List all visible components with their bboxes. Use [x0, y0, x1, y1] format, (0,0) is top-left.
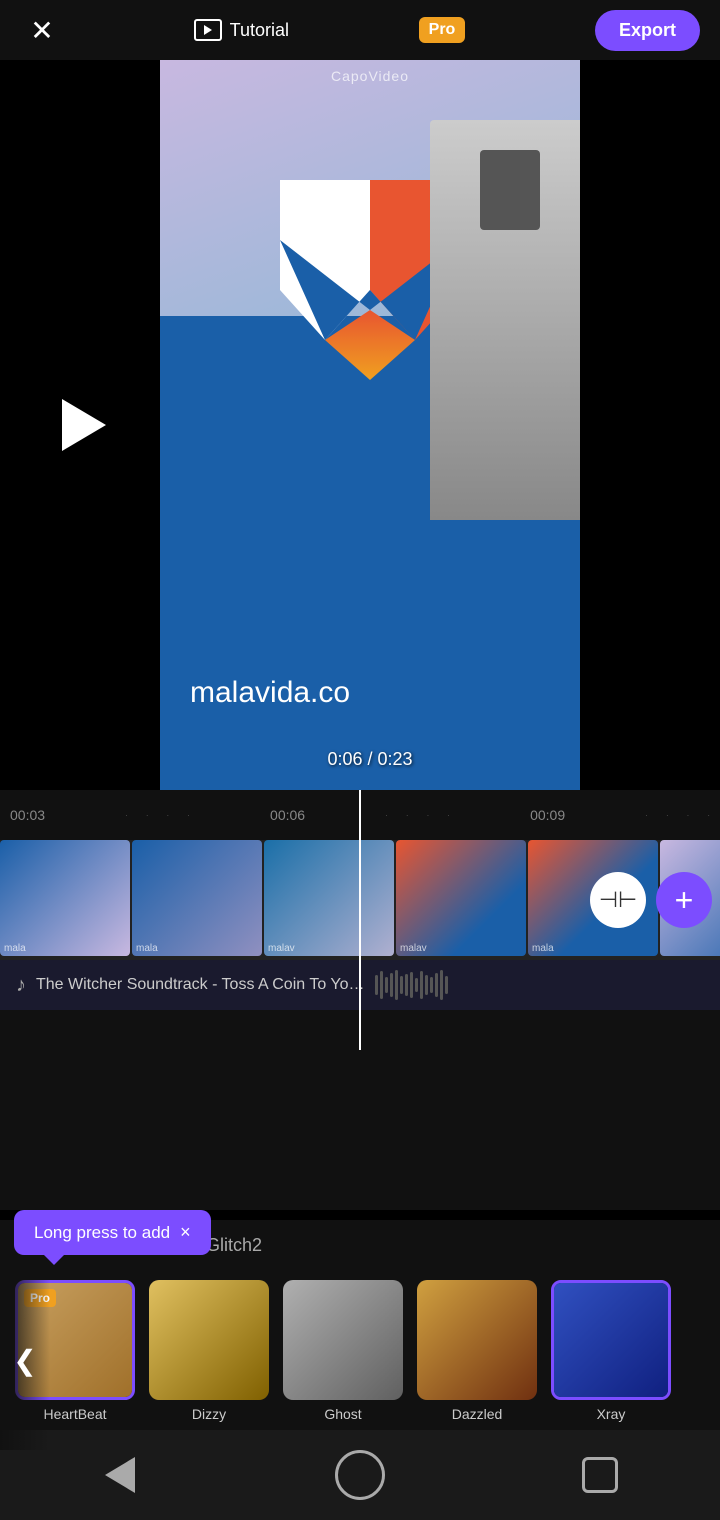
frame-label: mala: [528, 941, 558, 956]
filter-thumb-ghost: [283, 1280, 403, 1400]
frame-label: mala: [0, 941, 30, 956]
strip-frame: mala: [132, 840, 262, 956]
split-button[interactable]: ⊣⊢: [590, 872, 646, 928]
tooltip: Long press to add ×: [14, 1210, 211, 1255]
play-icon: [62, 399, 106, 451]
video-watermark: CapoVideo: [331, 68, 409, 84]
filter-item-dizzy[interactable]: Dizzy: [144, 1280, 274, 1422]
export-button[interactable]: Export: [595, 10, 700, 51]
tutorial-button[interactable]: Tutorial: [194, 19, 289, 41]
audio-title: The Witcher Soundtrack - Toss A Coin To …: [36, 976, 365, 994]
time-display: 0:06 / 0:23: [327, 749, 412, 770]
video-preview: CapoVideo 0:06 / 0:23 malavida.co: [160, 60, 580, 790]
filter-label-dazzled: Dazzled: [452, 1406, 503, 1422]
filter-thumb-dizzy: [149, 1280, 269, 1400]
ruler-dots-2: ····: [385, 811, 450, 820]
ruler-time-3: 00:09: [530, 807, 565, 823]
top-bar: ✕ Tutorial Pro Export: [0, 0, 720, 60]
tooltip-close[interactable]: ×: [180, 1222, 191, 1243]
filter-tab-glitch2[interactable]: Glitch2: [206, 1231, 262, 1260]
filter-item-dazzled[interactable]: Dazzled: [412, 1280, 542, 1422]
strip-frame: malav: [264, 840, 394, 956]
close-button[interactable]: ✕: [20, 8, 64, 52]
frame-label: malav: [264, 941, 299, 956]
ruler-time-1: 00:03: [10, 807, 45, 823]
strip-frame: mala: [0, 840, 130, 956]
filter-thumb-dazzled: [417, 1280, 537, 1400]
filter-item-ghost[interactable]: Ghost: [278, 1280, 408, 1422]
tooltip-text: Long press to add: [34, 1223, 170, 1243]
strip-frame: malav: [396, 840, 526, 956]
ruler-dots-1: ····: [125, 811, 190, 820]
frame-label: malav: [396, 941, 431, 956]
frame-label: mala: [132, 941, 162, 956]
music-icon: ♪: [16, 974, 26, 997]
pro-badge: Pro: [419, 17, 466, 43]
play-button[interactable]: [24, 60, 144, 790]
machine-prop: [430, 120, 580, 520]
ruler-time-2: 00:06: [270, 807, 305, 823]
playhead: [359, 790, 361, 1050]
nav-recents-icon: [582, 1457, 618, 1493]
filter-label-dizzy: Dizzy: [192, 1406, 226, 1422]
nav-home-button[interactable]: [330, 1445, 390, 1505]
filter-item-xray[interactable]: Xray: [546, 1280, 676, 1422]
add-icon: +: [675, 884, 694, 916]
add-clip-button[interactable]: +: [656, 872, 712, 928]
split-icon: ⊣⊢: [599, 887, 637, 913]
filter-items-row: Pro HeartBeat Dizzy Ghost Dazzled Xray: [0, 1270, 720, 1450]
nav-back-icon: [105, 1457, 135, 1493]
tutorial-label: Tutorial: [230, 20, 289, 41]
filter-label-ghost: Ghost: [324, 1406, 361, 1422]
filter-label-xray: Xray: [597, 1406, 626, 1422]
filter-back-button[interactable]: ❮: [0, 1270, 50, 1450]
filter-label-heartbeat: HeartBeat: [43, 1406, 106, 1422]
ruler-dots-3: ····: [645, 811, 710, 820]
nav-home-icon: [335, 1450, 385, 1500]
back-icon: ❮: [13, 1344, 36, 1377]
nav-recents-button[interactable]: [570, 1445, 630, 1505]
nav-back-button[interactable]: [90, 1445, 150, 1505]
logo-text: malavida.co: [190, 676, 350, 710]
filter-thumb-xray: [551, 1280, 671, 1400]
bottom-nav: [0, 1430, 720, 1520]
waveform: [375, 970, 704, 1000]
close-icon: ✕: [30, 14, 53, 47]
tutorial-icon: [194, 19, 222, 41]
